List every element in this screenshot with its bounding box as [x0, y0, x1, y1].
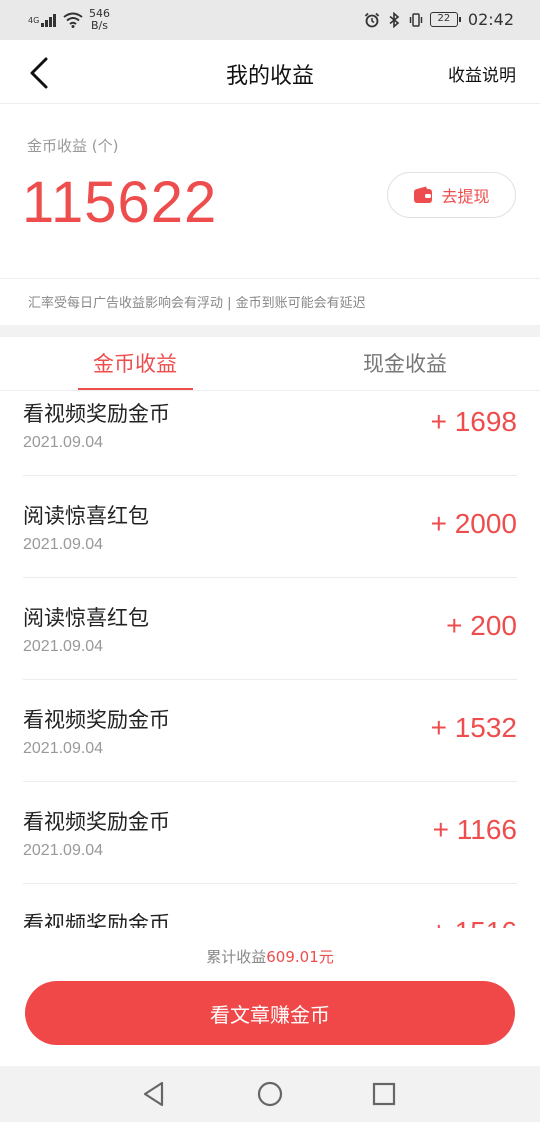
- earnings-list[interactable]: 看视频奖励金币 2021.09.04 + 1698 阅读惊喜红包 2021.09…: [0, 392, 540, 928]
- network-speed-unit: B/s: [91, 19, 108, 32]
- record-amount: + 1516: [431, 916, 517, 928]
- total-earnings: 累计收益609.01元: [0, 946, 540, 967]
- list-item: 看视频奖励金币 2021.09.04 + 1532: [23, 680, 517, 782]
- record-amount: + 1698: [430, 406, 517, 437]
- total-earnings-amount: 609.01元: [266, 948, 334, 966]
- nav-back-icon[interactable]: [140, 1080, 168, 1108]
- status-right: 22 02:42: [364, 10, 514, 29]
- wifi-icon: [63, 12, 83, 28]
- record-title: 阅读惊喜红包: [23, 504, 149, 528]
- record-date: 2021.09.04: [23, 740, 104, 757]
- record-title: 阅读惊喜红包: [23, 606, 149, 630]
- record-amount: + 1532: [430, 712, 517, 743]
- active-tab-indicator: [78, 388, 193, 390]
- record-title: 看视频奖励金币: [23, 402, 170, 426]
- exchange-rate-note: 汇率受每日广告收益影响会有浮动 | 金币到账可能会有延迟: [28, 296, 366, 311]
- bluetooth-icon: [389, 11, 400, 28]
- record-amount: + 200: [446, 610, 517, 641]
- record-amount: + 1166: [432, 814, 517, 845]
- header: 我的收益 收益说明: [0, 40, 540, 104]
- total-earnings-label: 累计收益: [206, 948, 267, 966]
- record-title: 看视频奖励金币: [23, 810, 170, 834]
- earnings-list-content: 看视频奖励金币 2021.09.04 + 1698 阅读惊喜红包 2021.09…: [0, 392, 540, 928]
- withdraw-label: 去提现: [441, 187, 490, 206]
- tab-cash-earnings[interactable]: 现金收益: [325, 348, 485, 378]
- list-item: 阅读惊喜红包 2021.09.04 + 200: [23, 578, 517, 680]
- balance-card: 金币收益 (个) 115622 去提现 汇率受每日广告收益影响会有浮动 | 金币…: [0, 105, 540, 325]
- wallet-icon: [414, 186, 433, 203]
- earnings-tabs: 金币收益 现金收益: [0, 337, 540, 391]
- nav-recents-icon[interactable]: [370, 1080, 398, 1108]
- network-speed: 546 B/s: [89, 8, 110, 32]
- withdraw-button[interactable]: 去提现: [387, 172, 516, 218]
- signal-icon: [41, 13, 57, 27]
- divider: [0, 278, 540, 279]
- footer: 累计收益609.01元 看文章赚金币: [0, 928, 540, 1066]
- balance-label: 金币收益 (个): [27, 137, 119, 155]
- list-item: 看视频奖励金币 2021.09.04 + 1698: [23, 392, 517, 476]
- status-time: 02:42: [467, 10, 514, 29]
- read-articles-earn-coins-button[interactable]: 看文章赚金币: [25, 981, 515, 1045]
- list-item: 看视频奖励金币 2021.09.04 + 1166: [23, 782, 517, 884]
- coin-balance-value: 115622: [22, 170, 218, 235]
- tab-coin-earnings[interactable]: 金币收益: [55, 348, 215, 378]
- network-type: 4G: [28, 15, 40, 25]
- record-date: 2021.09.04: [23, 434, 104, 451]
- status-left: 4G 546 B/s: [28, 8, 110, 32]
- nav-home-icon[interactable]: [256, 1080, 284, 1108]
- list-item: 看视频奖励金币 + 1516: [23, 884, 517, 928]
- record-amount: + 2000: [430, 508, 517, 539]
- record-date: 2021.09.04: [23, 638, 104, 655]
- record-title: 看视频奖励金币: [23, 708, 170, 732]
- system-nav-bar: [0, 1066, 540, 1122]
- record-date: 2021.09.04: [23, 842, 104, 859]
- record-title: 看视频奖励金币: [23, 912, 170, 928]
- list-item: 阅读惊喜红包 2021.09.04 + 2000: [23, 476, 517, 578]
- section-separator: [0, 325, 540, 337]
- record-date: 2021.09.04: [23, 536, 104, 553]
- alarm-icon: [364, 12, 380, 27]
- earnings-explanation-link[interactable]: 收益说明: [448, 61, 516, 86]
- vibrate-icon: [409, 12, 423, 27]
- status-bar: 4G 546 B/s 22 02:42: [0, 0, 540, 40]
- battery-icon: 22: [429, 12, 461, 27]
